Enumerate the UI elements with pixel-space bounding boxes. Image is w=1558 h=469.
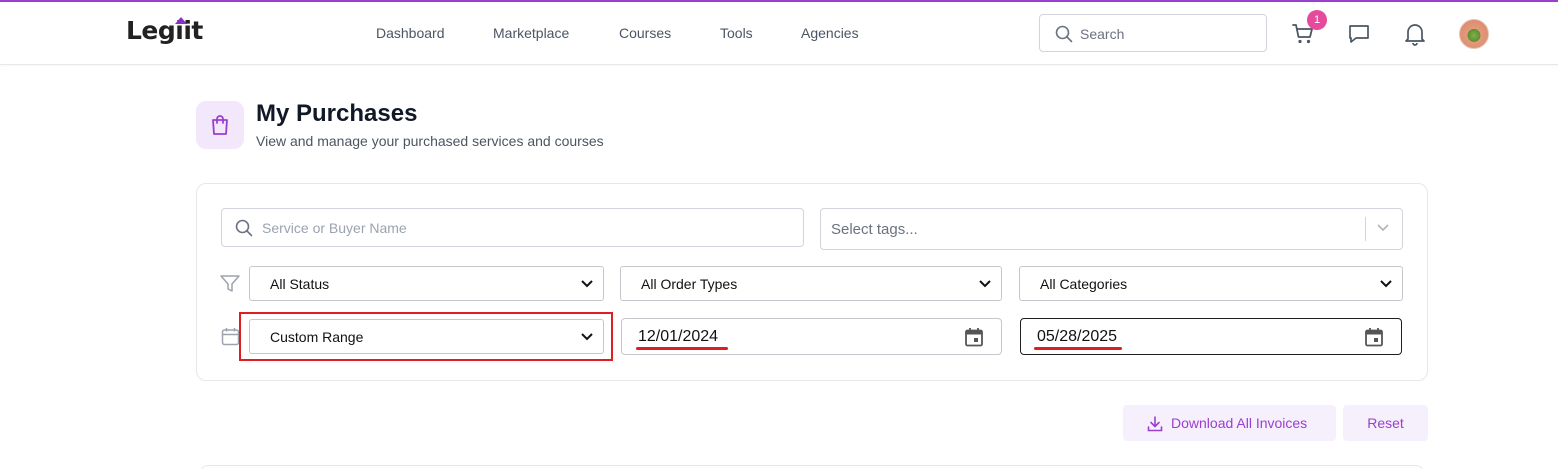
date-from-value: 12/01/2024 xyxy=(638,328,719,345)
logo[interactable]: Legiit xyxy=(126,16,203,50)
page-icon-badge xyxy=(196,101,244,149)
shopping-bag-icon xyxy=(212,115,228,135)
status-select[interactable]: All Status xyxy=(249,266,604,301)
service-buyer-placeholder: Service or Buyer Name xyxy=(262,220,407,236)
download-all-invoices-label: Download All Invoices xyxy=(1171,415,1308,431)
category-select[interactable]: All Categories xyxy=(1019,266,1403,301)
tags-select[interactable]: Select tags... xyxy=(820,208,1403,250)
header-search-input[interactable]: Search xyxy=(1039,14,1267,52)
logo-roof-icon xyxy=(175,17,187,24)
status-select-value: All Status xyxy=(270,276,330,292)
brand-name: Legiit xyxy=(126,16,203,45)
reset-button[interactable]: Reset xyxy=(1343,405,1428,441)
cart-count-badge: 1 xyxy=(1307,10,1327,30)
order-type-select-value: All Order Types xyxy=(641,276,738,292)
chevron-down-icon xyxy=(581,280,593,288)
chevron-down-icon xyxy=(1380,280,1392,288)
bell-icon[interactable] xyxy=(1404,22,1426,46)
tags-placeholder: Select tags... xyxy=(831,221,918,238)
tags-divider xyxy=(1365,217,1366,241)
top-navbar: Legiit Dashboard Marketplace Courses Too… xyxy=(0,2,1558,65)
nav-tools[interactable]: Tools xyxy=(720,25,753,41)
chevron-down-icon[interactable] xyxy=(1376,223,1390,233)
nav-marketplace[interactable]: Marketplace xyxy=(493,25,569,41)
header-search-placeholder: Search xyxy=(1080,26,1125,42)
date-from-underline-mark xyxy=(636,347,728,350)
nav-agencies[interactable]: Agencies xyxy=(801,25,859,41)
download-all-invoices-button[interactable]: Download All Invoices xyxy=(1123,405,1336,441)
chevron-down-icon xyxy=(979,280,991,288)
nav-courses[interactable]: Courses xyxy=(619,25,671,41)
category-select-value: All Categories xyxy=(1040,276,1128,292)
date-to-underline-mark xyxy=(1034,347,1122,350)
nav-dashboard[interactable]: Dashboard xyxy=(376,25,445,41)
chat-icon[interactable] xyxy=(1348,23,1370,45)
order-type-select[interactable]: All Order Types xyxy=(620,266,1002,301)
service-buyer-search-input[interactable]: Service or Buyer Name xyxy=(221,208,804,247)
page-subtitle: View and manage your purchased services … xyxy=(256,133,604,149)
date-to-value: 05/28/2025 xyxy=(1037,328,1118,345)
calendar-picker-icon[interactable] xyxy=(964,327,984,347)
avatar[interactable] xyxy=(1459,19,1489,49)
filter-icon xyxy=(220,275,240,292)
search-icon xyxy=(235,219,253,237)
date-range-highlight-box xyxy=(239,312,613,361)
download-icon xyxy=(1147,416,1163,432)
calendar-icon xyxy=(221,328,240,346)
results-card-top xyxy=(200,465,1424,469)
search-icon xyxy=(1055,25,1073,43)
calendar-picker-icon[interactable] xyxy=(1364,327,1384,347)
page-title: My Purchases xyxy=(256,100,418,127)
